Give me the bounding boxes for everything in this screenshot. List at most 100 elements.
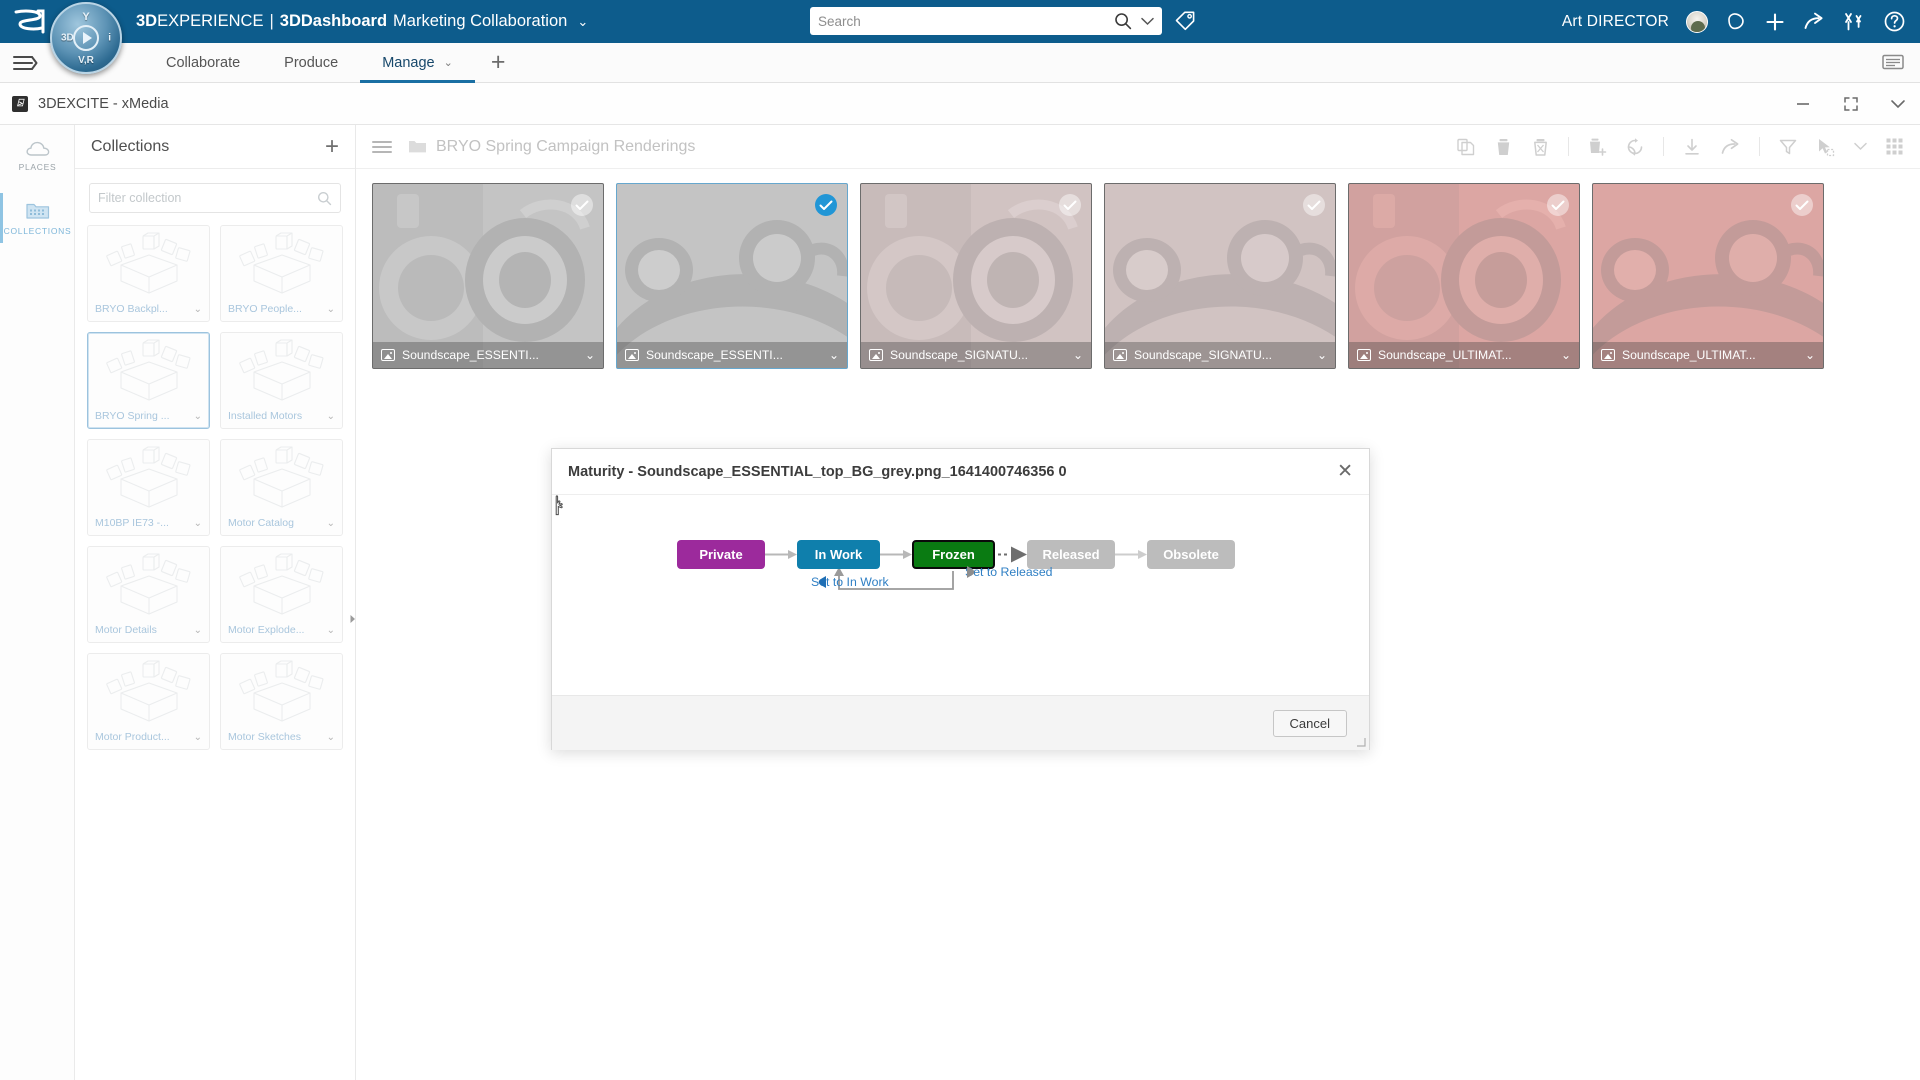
thumbnail-chevron-down-icon[interactable]: ⌄ xyxy=(1805,348,1815,362)
collection-chevron-down-icon[interactable]: ⌄ xyxy=(327,518,335,529)
breadcrumb: BRYO Spring Campaign Renderings xyxy=(408,138,695,156)
collection-card[interactable]: Motor Explode... ⌄ xyxy=(220,546,343,643)
select-icon[interactable] xyxy=(1816,137,1836,157)
collection-card[interactable]: Motor Sketches ⌄ xyxy=(220,653,343,750)
download-icon[interactable] xyxy=(1682,137,1702,157)
share-content-icon[interactable] xyxy=(1720,137,1741,157)
collection-card[interactable]: Motor Details ⌄ xyxy=(87,546,210,643)
thumbnail-card[interactable]: Soundscape_SIGNATU... ⌄ xyxy=(860,183,1092,369)
resize-handle[interactable] xyxy=(1356,737,1366,747)
collection-chevron-down-icon[interactable]: ⌄ xyxy=(194,625,202,636)
breadcrumb-title[interactable]: BRYO Spring Campaign Renderings xyxy=(436,138,695,156)
collection-card[interactable]: BRYO People... ⌄ xyxy=(220,225,343,322)
collection-chevron-down-icon[interactable]: ⌄ xyxy=(194,518,202,529)
grid-view-icon[interactable] xyxy=(1885,137,1904,156)
thumbnail-chevron-down-icon[interactable]: ⌄ xyxy=(585,348,595,362)
widget-chevron-down-icon[interactable] xyxy=(1890,99,1906,109)
tab-manage[interactable]: Manage ⌄ xyxy=(360,43,475,83)
tab-produce[interactable]: Produce xyxy=(262,43,360,83)
thumbnail-card[interactable]: Soundscape_ESSENTI... ⌄ xyxy=(616,183,848,369)
filter-search-icon[interactable] xyxy=(317,191,332,206)
collection-chevron-down-icon[interactable]: ⌄ xyxy=(194,411,202,422)
add-tab-button[interactable]: + xyxy=(491,50,506,75)
trash-icon[interactable] xyxy=(1531,137,1550,157)
avatar[interactable] xyxy=(1686,10,1708,33)
action-set-to-released[interactable]: Set to Released xyxy=(965,565,1053,579)
collection-card[interactable]: Installed Motors ⌄ xyxy=(220,332,343,429)
content-menu-icon[interactable] xyxy=(372,140,392,153)
rail-item-collections[interactable]: COLLECTIONS xyxy=(0,187,75,249)
search-input[interactable] xyxy=(818,13,1114,29)
compass-north-label: Y xyxy=(82,11,90,23)
community-icon[interactable] xyxy=(1843,11,1866,33)
filter-icon[interactable] xyxy=(1778,137,1798,157)
thumbnail-select-checkbox[interactable] xyxy=(1547,194,1569,216)
collection-chevron-down-icon[interactable]: ⌄ xyxy=(327,304,335,315)
add-icon[interactable] xyxy=(1764,11,1786,33)
search-icon[interactable] xyxy=(1114,12,1132,30)
thumbnail-chevron-down-icon[interactable]: ⌄ xyxy=(1073,348,1083,362)
thumbnail-select-checkbox[interactable] xyxy=(1059,194,1081,216)
thumbnail-chevron-down-icon[interactable]: ⌄ xyxy=(1561,348,1571,362)
chat-icon[interactable] xyxy=(1882,54,1904,77)
filter-collection-input[interactable] xyxy=(98,191,317,205)
collection-chevron-down-icon[interactable]: ⌄ xyxy=(327,411,335,422)
collection-name: Installed Motors xyxy=(228,410,303,422)
revise-icon[interactable] xyxy=(1625,137,1645,157)
thumbnail-select-checkbox[interactable] xyxy=(1791,194,1813,216)
copy-icon[interactable] xyxy=(1456,137,1476,157)
action-set-to-in-work[interactable]: Set to In Work xyxy=(811,575,889,589)
collection-box-icon xyxy=(221,442,342,514)
tab-manage-chevron-down-icon[interactable]: ⌄ xyxy=(444,56,453,69)
collection-card[interactable]: M10BP IE73 -... ⌄ xyxy=(87,439,210,536)
search-chevron-down-icon[interactable] xyxy=(1141,17,1154,26)
help-icon[interactable] xyxy=(1883,10,1906,33)
filter-collection-box[interactable] xyxy=(89,183,341,213)
notification-icon[interactable] xyxy=(1725,11,1747,33)
user-name[interactable]: Art DIRECTOR xyxy=(1562,13,1669,31)
add-collection-button[interactable]: + xyxy=(325,134,339,159)
select-chevron-down-icon[interactable] xyxy=(1854,142,1867,151)
close-icon[interactable]: ✕ xyxy=(1337,462,1353,481)
collection-card[interactable]: Motor Catalog ⌄ xyxy=(220,439,343,536)
maturity-dialog: Maturity - Soundscape_ESSENTIAL_top_BG_g… xyxy=(551,448,1370,750)
share-icon[interactable] xyxy=(1803,11,1826,33)
dashboard-chevron-down-icon[interactable]: ⌄ xyxy=(577,14,588,30)
menu-icon[interactable] xyxy=(12,54,38,72)
tab-collaborate[interactable]: Collaborate xyxy=(144,43,262,83)
delete-icon[interactable] xyxy=(1494,137,1513,157)
collection-chevron-down-icon[interactable]: ⌄ xyxy=(327,732,335,743)
thumbnail-card[interactable]: Soundscape_ULTIMAT... ⌄ xyxy=(1592,183,1824,369)
rail-item-places[interactable]: PLACES xyxy=(0,125,75,187)
collection-chevron-down-icon[interactable]: ⌄ xyxy=(194,732,202,743)
minimize-icon[interactable] xyxy=(1794,98,1812,110)
tag-icon[interactable] xyxy=(1172,8,1198,34)
state-private[interactable]: Private xyxy=(677,540,765,569)
thumbnail-select-checkbox[interactable] xyxy=(571,194,593,216)
state-obsolete[interactable]: Obsolete xyxy=(1147,540,1235,569)
collections-grid: BRYO Backpl... ⌄ BRYO People... ⌄ BRYO S… xyxy=(87,225,343,750)
paste-new-icon[interactable] xyxy=(1587,137,1607,157)
global-search[interactable] xyxy=(810,7,1162,35)
collection-chevron-down-icon[interactable]: ⌄ xyxy=(194,304,202,315)
thumbnail-chevron-down-icon[interactable]: ⌄ xyxy=(829,348,839,362)
cancel-button[interactable]: Cancel xyxy=(1272,709,1347,737)
collection-chevron-down-icon[interactable]: ⌄ xyxy=(327,625,335,636)
thumbnail-card[interactable]: Soundscape_ULTIMAT... ⌄ xyxy=(1348,183,1580,369)
toolbar-divider xyxy=(1568,137,1569,156)
thumbnail-card[interactable]: Soundscape_ESSENTI... ⌄ xyxy=(372,183,604,369)
thumbnail-select-checkbox[interactable] xyxy=(815,194,837,216)
forward-flag-icon xyxy=(967,566,975,578)
thumbnail-select-checkbox[interactable] xyxy=(1303,194,1325,216)
3dexperience-compass[interactable]: Y 3D i V,R xyxy=(50,2,122,74)
collection-card[interactable]: BRYO Backpl... ⌄ xyxy=(87,225,210,322)
maximize-icon[interactable] xyxy=(1842,95,1860,113)
dashboard-name[interactable]: Marketing Collaboration xyxy=(393,12,567,31)
state-in-work[interactable]: In Work xyxy=(797,540,880,569)
collection-card[interactable]: BRYO Spring ... ⌄ xyxy=(87,332,210,429)
thumbnail-name: Soundscape_ULTIMAT... xyxy=(1378,348,1512,362)
thumbnail-name: Soundscape_ESSENTI... xyxy=(646,348,783,362)
collection-card[interactable]: Motor Product... ⌄ xyxy=(87,653,210,750)
thumbnail-card[interactable]: Soundscape_SIGNATU... ⌄ xyxy=(1104,183,1336,369)
thumbnail-chevron-down-icon[interactable]: ⌄ xyxy=(1317,348,1327,362)
